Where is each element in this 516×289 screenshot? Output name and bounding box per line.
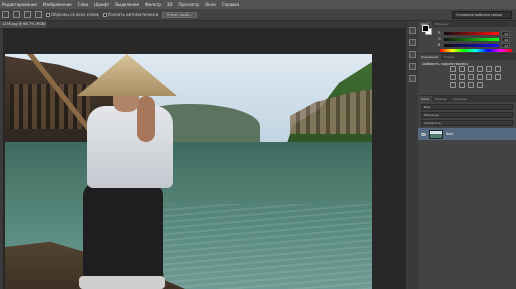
tab-swatches[interactable]: Образцы	[432, 21, 452, 27]
photo-boatman-arm	[137, 96, 155, 142]
color-lookup-icon[interactable]	[486, 74, 492, 80]
red-label: R	[438, 31, 441, 35]
layer-thumbnail	[429, 129, 443, 139]
menu-item-window[interactable]: Окно	[205, 2, 216, 7]
foreground-color-swatch[interactable]	[422, 25, 429, 32]
checkbox-icon	[46, 12, 50, 17]
auto-enhance-label: Усилить автоматически	[107, 12, 159, 17]
workspace-switcher[interactable]: Основная рабочая среда	[452, 11, 512, 19]
auto-enhance-checkbox[interactable]: Усилить автоматически	[102, 12, 159, 17]
history-icon[interactable]	[409, 27, 416, 34]
refine-edge-button[interactable]: Уточн. край...	[162, 11, 198, 18]
menu-bar: Редактирование Изображение Слои Шрифт Вы…	[0, 0, 516, 9]
menu-item-edit[interactable]: Редактирование	[2, 2, 37, 7]
gradient-map-icon[interactable]	[477, 82, 483, 88]
photo-left-windows	[10, 84, 90, 129]
document-image[interactable]	[5, 54, 372, 289]
blue-slider-row: B 13	[438, 42, 514, 48]
menu-item-select[interactable]: Выделение	[115, 2, 139, 7]
green-label: G	[438, 37, 441, 41]
black-white-icon[interactable]	[459, 74, 465, 80]
color-balance-icon[interactable]	[450, 74, 456, 80]
tab-channels[interactable]: Каналы	[432, 96, 450, 102]
green-value[interactable]: 16	[501, 36, 510, 42]
photo-boatman-shirt	[87, 106, 173, 188]
color-panel: Цвет Образцы R 19 G 16 B 13	[418, 21, 516, 53]
menu-item-view[interactable]: Просмотр	[179, 2, 200, 7]
red-value[interactable]: 19	[501, 30, 510, 36]
hue-saturation-icon[interactable]	[495, 66, 501, 72]
levels-icon[interactable]	[459, 66, 465, 72]
adjustments-panel: Коррекция Стили Добавить корректировку	[418, 53, 516, 95]
brush-icon[interactable]	[409, 75, 416, 82]
collapsed-panel-dock	[405, 21, 418, 289]
document-tab[interactable]: 1256.jpg @ 66,7% (RGB/8#)	[0, 21, 46, 28]
blend-mode-select[interactable]: Обычные	[421, 112, 513, 118]
properties-icon[interactable]	[409, 39, 416, 46]
curves-icon[interactable]	[468, 66, 474, 72]
layer-row[interactable]: Фон	[418, 128, 516, 140]
blue-label: B	[438, 43, 441, 47]
tab-paths[interactable]: Контуры	[450, 96, 470, 102]
blue-value[interactable]: 13	[501, 42, 510, 48]
exposure-icon[interactable]	[477, 66, 483, 72]
brightness-contrast-icon[interactable]	[450, 66, 456, 72]
tab-adjustments[interactable]: Коррекция	[418, 54, 442, 60]
layers-panel-tabs: Слои Каналы Контуры	[418, 96, 516, 102]
canvas-area[interactable]	[3, 28, 405, 289]
lock-controls[interactable]: Закрепить:	[421, 120, 513, 126]
color-panel-tabs: Цвет Образцы	[418, 21, 516, 27]
photo-boatman-feet	[79, 276, 165, 289]
adjustment-icons	[450, 66, 508, 88]
selective-color-icon[interactable]	[468, 82, 474, 88]
layer-kind-filter[interactable]: Вид	[421, 104, 513, 110]
character-icon[interactable]	[409, 51, 416, 58]
document-tab-bar: 1256.jpg @ 66,7% (RGB/8#)	[0, 21, 405, 28]
quick-selection-tool-icon[interactable]	[2, 11, 9, 18]
menu-item-image[interactable]: Изображение	[43, 2, 72, 7]
tab-layers[interactable]: Слои	[418, 96, 432, 102]
sample-all-layers-label: Образец со всех слоев	[51, 12, 99, 17]
layer-name: Фон	[446, 132, 454, 136]
photo-ripples	[155, 204, 372, 289]
menu-item-type[interactable]: Шрифт	[94, 2, 109, 7]
options-bar: Образец со всех слоев Усилить автоматиче…	[0, 9, 516, 21]
blue-slider[interactable]	[444, 43, 499, 47]
sample-all-layers-checkbox[interactable]: Образец со всех слоев	[46, 12, 99, 17]
photo-filter-icon[interactable]	[468, 74, 474, 80]
menu-item-3d[interactable]: 3D	[167, 2, 173, 7]
right-panel-column: Цвет Образцы R 19 G 16 B 13 Коррекция Ст…	[418, 21, 516, 289]
add-to-selection-icon[interactable]	[24, 11, 31, 18]
new-selection-icon[interactable]	[13, 11, 20, 18]
menu-item-help[interactable]: Справка	[222, 2, 240, 7]
eye-icon[interactable]	[421, 132, 426, 136]
menu-item-layers[interactable]: Слои	[78, 2, 88, 7]
color-spectrum-ramp[interactable]	[440, 49, 512, 52]
posterize-icon[interactable]	[450, 82, 456, 88]
menu-item-filter[interactable]: Фильтр	[145, 2, 161, 7]
red-slider[interactable]	[444, 31, 499, 35]
photo-boatman-pants	[83, 182, 163, 289]
tab-styles[interactable]: Стили	[441, 54, 457, 60]
invert-icon[interactable]	[495, 74, 501, 80]
channel-mixer-icon[interactable]	[477, 74, 483, 80]
paragraph-icon[interactable]	[409, 63, 416, 70]
vibrance-icon[interactable]	[486, 66, 492, 72]
layers-panel: Слои Каналы Контуры Вид Обычные Закрепит…	[418, 95, 516, 282]
threshold-icon[interactable]	[459, 82, 465, 88]
green-slider[interactable]	[444, 37, 499, 41]
subtract-selection-icon[interactable]	[35, 11, 42, 18]
checkbox-icon	[102, 12, 107, 17]
